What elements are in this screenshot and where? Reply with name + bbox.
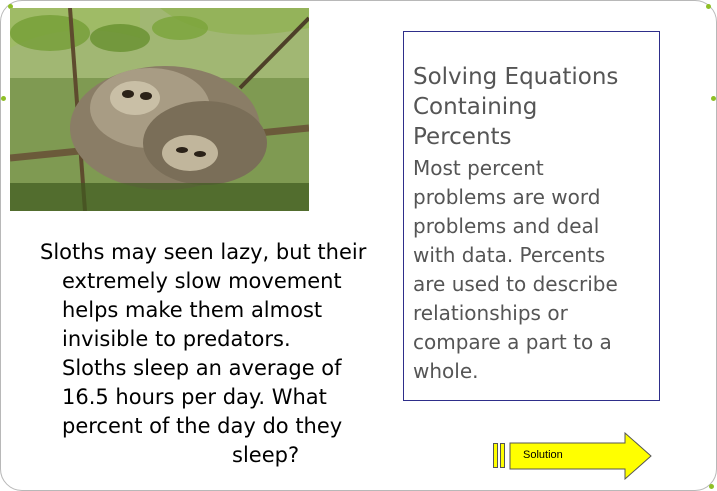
description-text: Most percent problems are word problems …	[413, 154, 651, 386]
description-line: with data. Percents	[413, 243, 606, 267]
info-box: Solving Equations Containing Percents Mo…	[403, 31, 660, 401]
arrow-tail-bar-icon	[500, 443, 505, 468]
slide-title: Solving Equations Containing Percents	[413, 62, 651, 152]
question-line: 16.5 hours per day. What	[62, 385, 327, 409]
question-line: percent of the day do they	[62, 414, 343, 438]
question-line: sleep?	[232, 443, 300, 467]
title-line: Solving Equations	[413, 64, 619, 90]
title-line: Percents	[413, 124, 512, 150]
question-line: extremely slow movement	[62, 269, 342, 293]
frame-dot-left	[1, 96, 6, 101]
frame-dot-right	[711, 96, 716, 101]
arrow-tail-bar-icon	[493, 443, 498, 468]
solution-button-label: Solution	[523, 449, 563, 461]
frame-dot-top-right	[706, 4, 711, 9]
question-line: invisible to predators.	[62, 327, 291, 351]
description-line: problems are word	[413, 185, 601, 209]
question-text: Sloths may seen lazy, but their extremel…	[40, 238, 390, 470]
solution-action: Solution	[493, 432, 653, 480]
description-line: relationships or	[413, 301, 568, 325]
description-line: whole.	[413, 359, 479, 383]
description-line: Most percent	[413, 156, 544, 180]
description-line: problems and deal	[413, 214, 600, 238]
question-line: Sloths may seen lazy, but their	[40, 240, 367, 264]
question-line: Sloths sleep an average of	[62, 356, 342, 380]
question-line: helps make them almost	[62, 298, 323, 322]
description-line: are used to describe	[413, 272, 618, 296]
frame-dot-bottom-right	[709, 484, 714, 489]
solution-button[interactable]: Solution	[509, 432, 653, 480]
description-line: compare a part to a	[413, 330, 612, 354]
title-line: Containing	[413, 94, 538, 120]
sloth-photo	[10, 8, 309, 211]
